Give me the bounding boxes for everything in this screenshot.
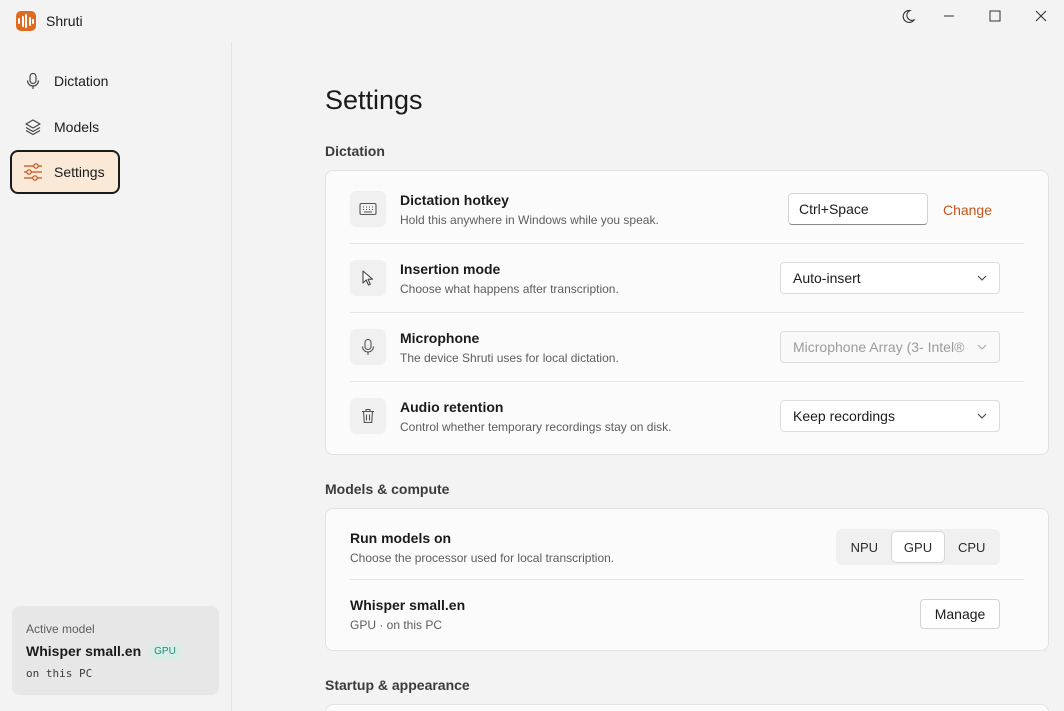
chevron-down-icon — [977, 275, 987, 281]
title-bar: Shruti — [0, 0, 1064, 42]
keyboard-icon — [350, 191, 386, 227]
maximize-icon — [989, 10, 1001, 22]
microphone-value: Microphone Array (3- Intel® Smart Sound … — [793, 339, 968, 355]
models-card: Run models on Choose the processor used … — [325, 508, 1049, 651]
hotkey-title: Dictation hotkey — [400, 191, 509, 208]
active-model-name: Whisper small.en GPU — [26, 643, 205, 659]
insertion-subtitle: Choose what happens after transcription. — [400, 281, 619, 296]
insertion-row: Insertion mode Choose what happens after… — [350, 260, 1024, 296]
hotkey-field[interactable]: Ctrl+Space — [788, 193, 928, 225]
layers-icon — [23, 117, 43, 137]
sidebar-item-settings[interactable]: Settings — [10, 150, 120, 194]
microphone-icon — [23, 71, 43, 91]
cursor-icon — [350, 260, 386, 296]
retention-subtitle: Control whether temporary recordings sta… — [400, 419, 672, 434]
maximize-button[interactable] — [976, 4, 1014, 28]
page-title: Settings — [325, 85, 423, 115]
run-on-row: Run models on Choose the processor used … — [350, 529, 1024, 565]
insertion-title: Insertion mode — [400, 260, 501, 277]
section-title-models: Models & compute — [325, 481, 450, 497]
divider — [350, 579, 1024, 580]
sidebar-item-models[interactable]: Models — [10, 105, 120, 149]
divider — [350, 312, 1024, 313]
manage-models-button[interactable]: Manage — [920, 599, 1000, 629]
divider — [350, 243, 1024, 244]
app-logo-icon — [16, 11, 36, 31]
minimize-button[interactable] — [930, 4, 968, 28]
app-title: Shruti — [46, 13, 83, 29]
startup-card — [325, 704, 1049, 711]
main-content: Settings Dictation Dictation hotkey Hold… — [233, 42, 1064, 711]
trash-icon — [350, 398, 386, 434]
minimize-icon — [944, 15, 954, 17]
sidebar-item-dictation[interactable]: Dictation — [10, 59, 120, 103]
divider — [350, 381, 1024, 382]
change-hotkey-button[interactable]: Change — [943, 202, 992, 218]
active-model-location: on this PC — [26, 667, 93, 680]
active-model-name-text: Whisper small.en — [26, 643, 142, 659]
model-subtitle: GPU · on this PC — [350, 617, 443, 632]
moon-icon — [902, 9, 916, 23]
processor-option-npu[interactable]: NPU — [838, 531, 891, 563]
close-icon — [1035, 10, 1047, 22]
retention-title: Audio retention — [400, 398, 504, 415]
sidebar-item-label: Settings — [54, 164, 105, 180]
close-button[interactable] — [1022, 4, 1060, 28]
active-model-label: Active model — [26, 622, 95, 636]
section-title-startup: Startup & appearance — [325, 677, 470, 693]
compute-badge: GPU — [149, 643, 181, 659]
active-model-card: Active model Whisper small.en GPU on thi… — [12, 606, 219, 695]
processor-segmented-control: NPU GPU CPU — [836, 529, 1000, 565]
microphone-subtitle: The device Shruti uses for local dictati… — [400, 350, 619, 365]
microphone-select[interactable]: Microphone Array (3- Intel® Smart Sound … — [780, 331, 1000, 363]
dictation-card: Dictation hotkey Hold this anywhere in W… — [325, 170, 1049, 455]
insertion-mode-select[interactable]: Auto-insert — [780, 262, 1000, 294]
microphone-icon — [350, 329, 386, 365]
sidebar-item-label: Models — [54, 119, 100, 135]
theme-toggle-button[interactable] — [889, 4, 927, 28]
retention-select[interactable]: Keep recordings — [780, 400, 1000, 432]
processor-option-gpu[interactable]: GPU — [890, 531, 946, 563]
chevron-down-icon — [977, 344, 987, 350]
hotkey-row: Dictation hotkey Hold this anywhere in W… — [350, 191, 1024, 227]
run-on-subtitle: Choose the processor used for local tran… — [350, 550, 615, 565]
sliders-icon — [23, 162, 43, 182]
microphone-title: Microphone — [400, 329, 480, 346]
section-title-dictation: Dictation — [325, 143, 385, 159]
insertion-mode-value: Auto-insert — [793, 270, 861, 286]
microphone-row: Microphone The device Shruti uses for lo… — [350, 329, 1024, 365]
retention-value: Keep recordings — [793, 408, 895, 424]
processor-option-cpu[interactable]: CPU — [945, 531, 998, 563]
sidebar-item-label: Dictation — [54, 73, 109, 89]
run-on-title: Run models on — [350, 529, 452, 546]
retention-row: Audio retention Control whether temporar… — [350, 398, 1024, 434]
chevron-down-icon — [977, 413, 987, 419]
model-row: Whisper small.en GPU · on this PC Manage — [350, 596, 1024, 632]
model-title: Whisper small.en — [350, 596, 466, 613]
sidebar: Dictation Models Settings Active model W… — [0, 42, 232, 711]
hotkey-subtitle: Hold this anywhere in Windows while you … — [400, 212, 659, 227]
